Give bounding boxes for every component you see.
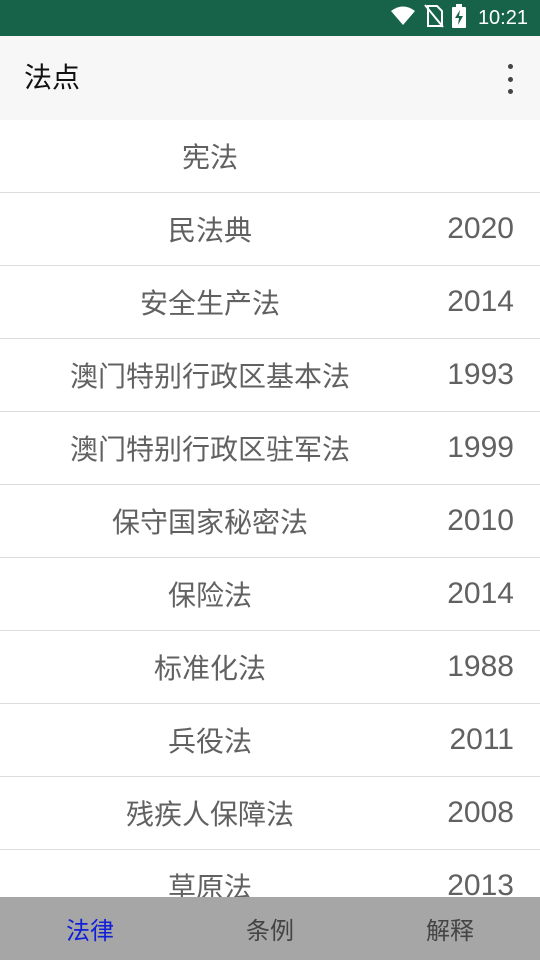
list-item[interactable]: 兵役法 2011 [0,704,540,777]
app-title: 法点 [24,61,81,94]
tab-interpretations[interactable]: 解释 [360,897,540,960]
law-year: 1999 [447,431,514,464]
list-item[interactable]: 保守国家秘密法 2010 [0,485,540,558]
app-bar: 法点 [0,36,540,120]
no-sim-icon [424,4,444,32]
battery-charging-icon [451,4,466,32]
status-bar: 10:21 [0,0,540,36]
law-title: 保守国家秘密法 [111,506,308,539]
list-item[interactable]: 澳门特别行政区基本法 1993 [0,339,540,412]
more-vert-icon[interactable] [498,64,522,94]
law-title: 澳门特别行政区驻军法 [69,433,350,466]
list-item[interactable]: 残疾人保障法 2008 [0,777,540,850]
law-year: 1988 [447,650,514,683]
tab-laws[interactable]: 法律 [0,897,180,960]
law-title: 澳门特别行政区基本法 [69,360,350,393]
list-item[interactable]: 民法典 2020 [0,193,540,266]
status-time: 10:21 [477,6,528,29]
law-year: 2020 [447,212,514,245]
law-title: 安全生产法 [139,287,280,320]
list-item[interactable]: 草原法 2013 [0,850,540,897]
law-title: 保险法 [167,579,252,612]
list-item[interactable]: 标准化法 1988 [0,631,540,704]
law-title: 标准化法 [153,652,266,685]
law-title: 草原法 [167,871,252,897]
wifi-icon [390,5,416,31]
law-year: 1993 [447,358,514,391]
list-item[interactable]: 澳门特别行政区驻军法 1999 [0,412,540,485]
law-title: 兵役法 [167,725,252,758]
law-year: 2014 [447,577,514,610]
law-year: 2013 [447,869,514,897]
list-item[interactable]: 安全生产法 2014 [0,266,540,339]
law-title: 宪法 [181,141,238,174]
law-year: 2010 [447,504,514,537]
law-year: 2014 [447,285,514,318]
status-icons: 10:21 [390,0,528,36]
list-item[interactable]: 保险法 2014 [0,558,540,631]
law-title: 残疾人保障法 [125,798,294,831]
law-title: 民法典 [167,214,252,247]
list-item[interactable]: 宪法 [0,120,540,193]
bottom-nav: 法律 条例 解释 [0,897,540,960]
law-year: 2008 [447,796,514,829]
tab-regulations[interactable]: 条例 [180,897,360,960]
law-list[interactable]: 宪法民法典 2020 安全生产法 2014 澳门特别行政区基本法 1993 澳门特别行政区驻… [0,120,540,897]
law-year: 2011 [449,723,514,756]
